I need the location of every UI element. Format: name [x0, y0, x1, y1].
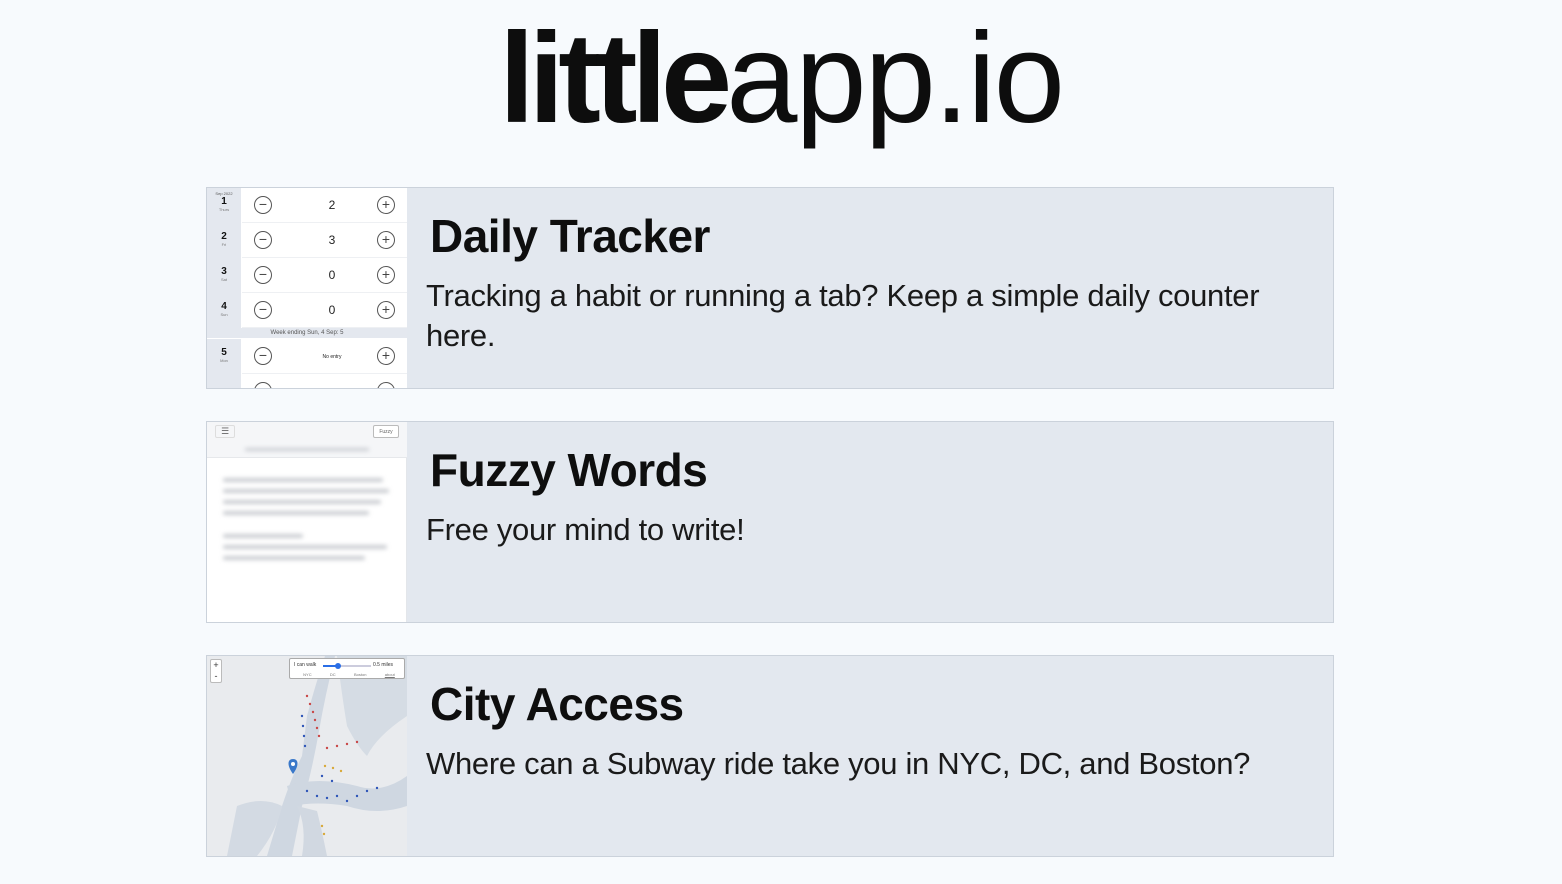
about-link: about	[384, 672, 395, 677]
fuzzy-words-thumbnail: ☰ Fuzzy	[207, 422, 407, 622]
city-boston: Boston	[354, 672, 367, 677]
walk-distance-control: I can walk 0.5 miles NYC DC Boston about	[289, 658, 405, 679]
day-number: 5	[221, 347, 227, 358]
blurred-text-line	[223, 545, 387, 549]
counter-value: 3	[328, 233, 336, 247]
blurred-hint	[245, 448, 369, 451]
blurred-text-line	[223, 556, 365, 560]
card-title: City Access	[430, 678, 684, 730]
minus-icon	[254, 382, 272, 388]
map-graphic	[207, 656, 407, 856]
minus-icon: −	[254, 301, 272, 319]
day-number: 4	[221, 301, 227, 312]
day-number: 1	[221, 196, 227, 207]
counter-value: No entry	[322, 354, 342, 360]
card-description: Tracking a habit or running a tab? Keep …	[426, 278, 1260, 353]
counter-value: 0	[328, 268, 336, 282]
card-description: Free your mind to write!	[426, 512, 745, 547]
app-card-fuzzy-words[interactable]: ☰ Fuzzy Fuzzy Words Free your mind to wr…	[206, 421, 1334, 623]
blurred-text-line	[223, 500, 381, 504]
day-name: Sat	[220, 277, 227, 282]
menu-icon: ☰	[215, 425, 235, 438]
card-title: Fuzzy Words	[430, 444, 708, 496]
zoom-out-icon: -	[214, 671, 218, 681]
minus-icon: −	[254, 347, 272, 365]
blurred-text-line	[223, 511, 369, 515]
blurred-text-line	[223, 534, 303, 538]
plus-icon: +	[377, 301, 395, 319]
minus-icon: −	[254, 196, 272, 214]
minus-icon: −	[254, 231, 272, 249]
logo-bold-text: little	[499, 7, 732, 150]
card-title: Daily Tracker	[430, 210, 710, 262]
city-dc: DC	[329, 672, 336, 677]
day-name: Mon	[220, 358, 228, 363]
counter-value: 2	[328, 198, 336, 212]
slider-knob	[335, 663, 341, 669]
distance-value: 0.5 miles	[373, 662, 394, 668]
day-name: Thurs	[218, 207, 230, 212]
counter-value: 0	[328, 303, 336, 317]
day-name: Sun	[220, 312, 228, 317]
city-access-thumbnail: + - I can walk 0.5 miles NYC DC Boston ab…	[207, 656, 407, 856]
site-logo[interactable]: littleapp.io	[0, 14, 1562, 144]
plus-icon: +	[377, 266, 395, 284]
card-description: Where can a Subway ride take you in NYC,…	[426, 746, 1251, 781]
city-nyc: NYC	[303, 672, 312, 677]
app-card-city-access[interactable]: + - I can walk 0.5 miles NYC DC Boston ab…	[206, 655, 1334, 857]
zoom-in-icon: +	[213, 660, 219, 670]
minus-icon: −	[254, 266, 272, 284]
blurred-text-line	[223, 489, 389, 493]
daily-tracker-thumbnail: Sep 2022 1 Thurs −2 + 2 Fri −3 + 3 Sat −0 + 4 Su…	[207, 188, 407, 388]
blurred-text-line	[223, 478, 383, 482]
zoom-controls: + -	[210, 659, 222, 683]
week-summary: Week ending Sun, 4 Sep: 5	[207, 328, 407, 338]
walk-label: I can walk	[294, 662, 317, 668]
day-name: Fri	[221, 242, 227, 247]
plus-icon: +	[377, 196, 395, 214]
plus-icon	[377, 382, 395, 388]
day-number: 2	[221, 231, 227, 242]
fuzzy-mode-button: Fuzzy	[373, 425, 399, 438]
logo-light-text: app.io	[726, 7, 1065, 150]
plus-icon: +	[377, 231, 395, 249]
app-card-daily-tracker[interactable]: Sep 2022 1 Thurs −2 + 2 Fri −3 + 3 Sat −0 + 4 Su…	[206, 187, 1334, 389]
day-number: 3	[221, 266, 227, 277]
plus-icon: +	[377, 347, 395, 365]
